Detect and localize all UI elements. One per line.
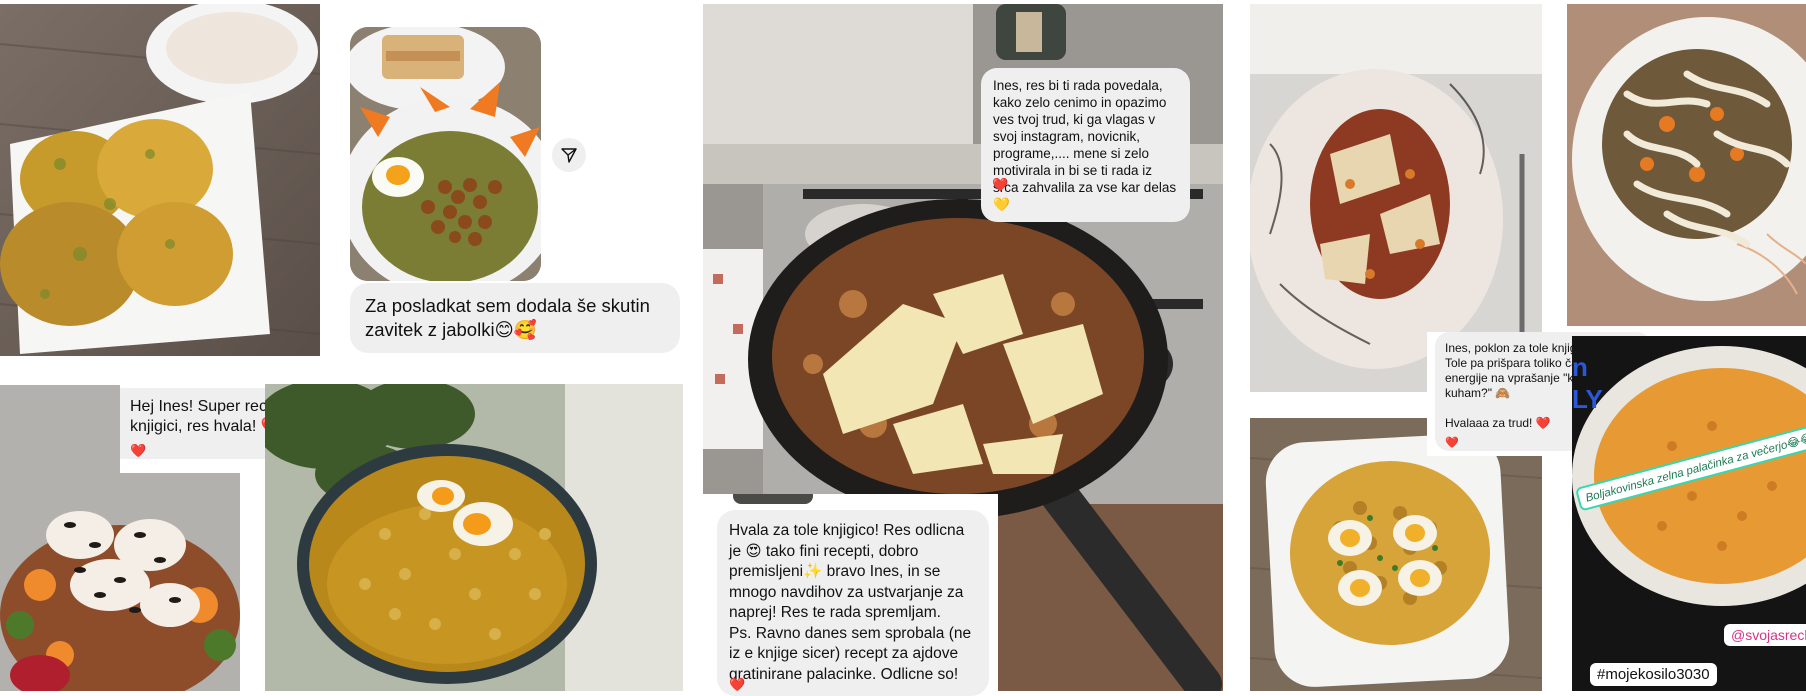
story-tag-hashtag[interactable]: #mojekosilo3030 <box>1590 663 1717 686</box>
message-cenimo: Ines, res bi ti rada povedala, kako zelo… <box>981 68 1190 222</box>
reaction-heart: ❤️ <box>992 177 1009 192</box>
photo-chickpea-soup <box>265 384 683 691</box>
svg-text:LY: LY <box>1572 384 1603 414</box>
send-icon[interactable] <box>552 138 586 172</box>
photo-egg-curry <box>1250 418 1542 691</box>
message-hvala-knjigica: Hvala za tole knjigico! Res odlicna je 😍… <box>717 510 989 696</box>
svg-text:n: n <box>1572 352 1588 382</box>
reaction-heart-2: ❤️ <box>729 677 746 692</box>
photo-noodles <box>1567 4 1806 326</box>
message-dessert: Za posladkat sem dodala še skutin zavite… <box>350 283 680 353</box>
photo-fritters <box>0 4 320 356</box>
photo-thumb-reply-2 <box>733 494 813 504</box>
reaction-heart-4: ❤️ <box>1445 437 1459 449</box>
reaction-heart-3: ❤️ <box>130 443 147 458</box>
photo-green-soup <box>350 27 541 281</box>
photo-thumb-reply <box>996 4 1066 60</box>
story-tag-mention[interactable]: @svojasrecka <box>1724 624 1806 646</box>
